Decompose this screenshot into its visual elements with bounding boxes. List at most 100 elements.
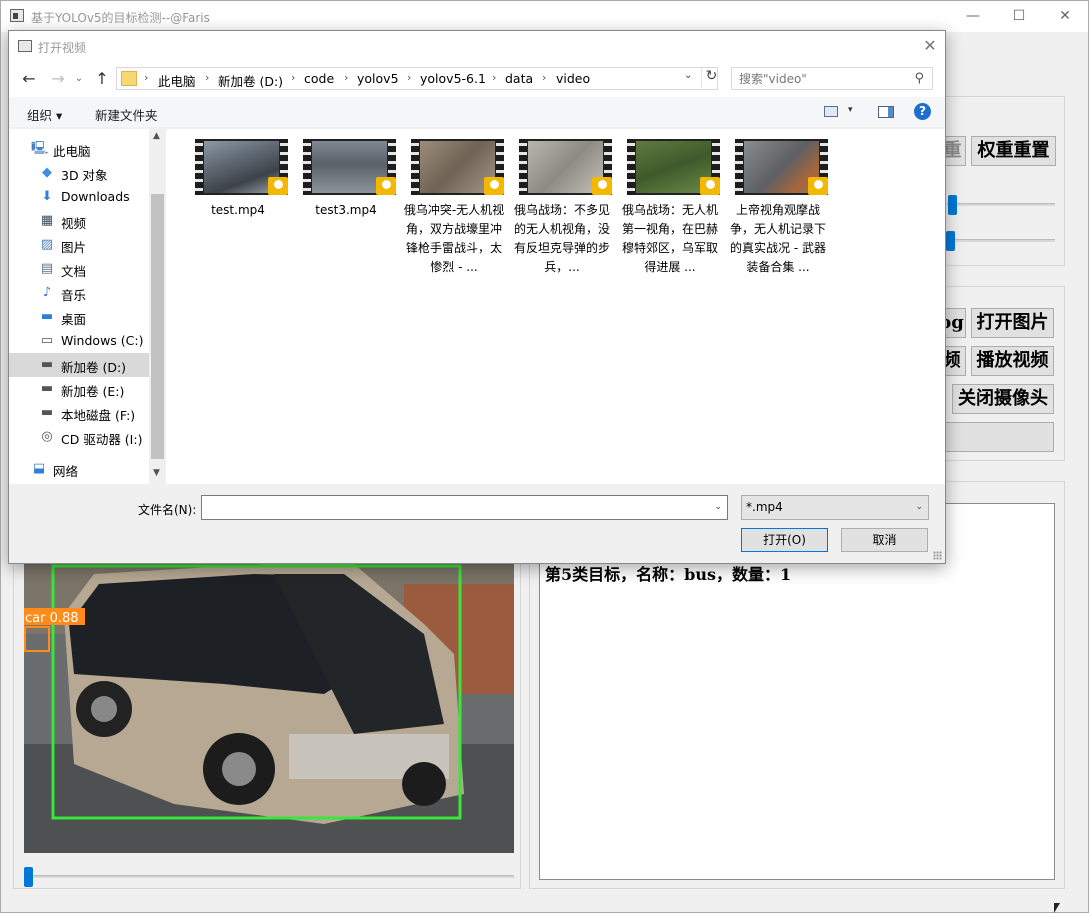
dialog-titlebar: 打开视频 ✕ xyxy=(9,31,945,61)
dialog-footer: 文件名(N): ⌄ *.mp4 ⌄ 打开(O) 取消 xyxy=(9,484,945,563)
file-item[interactable]: test.mp4 xyxy=(186,139,290,274)
scrollbar-thumb[interactable] xyxy=(151,194,164,459)
scroll-down-arrow-icon[interactable]: ▼ xyxy=(153,468,160,478)
nav-item-label: Downloads xyxy=(61,189,130,204)
recent-locations-chevron-icon[interactable]: ⌄ xyxy=(73,69,85,89)
file-item[interactable]: 上帝视角观摩战争，无人机记录下的真实战况 - 武器装备合集 ... xyxy=(726,139,830,274)
open-image-button[interactable]: 打开图片 xyxy=(971,308,1054,338)
filter-dropdown-chevron-icon[interactable]: ⌄ xyxy=(915,502,923,512)
up-arrow-icon[interactable]: ↑ xyxy=(93,69,111,89)
breadcrumb-yolov5-6-1[interactable]: yolov5-6.1 xyxy=(420,71,486,86)
file-item[interactable]: 俄乌战场：不多见的无人机视角，没有反坦克导弹的步兵，... xyxy=(510,139,614,274)
nav-item[interactable]: ▬ 新加卷 (D:) xyxy=(9,353,149,377)
confidence-slider-handle[interactable] xyxy=(948,195,957,215)
cancel-button[interactable]: 取消 xyxy=(841,528,928,552)
close-button[interactable]: ✕ xyxy=(1042,1,1088,32)
nav-item[interactable]: ⬇ Downloads xyxy=(9,185,149,209)
nav-item[interactable]: ◎ CD 驱动器 (I:) xyxy=(9,425,149,449)
filename-combo[interactable]: ⌄ xyxy=(201,495,728,520)
resize-grip-icon[interactable] xyxy=(933,551,942,560)
filename-dropdown-chevron-icon[interactable]: ⌄ xyxy=(714,502,722,512)
breadcrumb-code[interactable]: code xyxy=(304,71,334,86)
main-titlebar: 基于YOLOv5的目标检测--@Faris — ☐ ✕ xyxy=(1,1,1088,32)
file-type-filter-select[interactable]: *.mp4 ⌄ xyxy=(741,495,929,520)
navigation-scrollbar[interactable]: ▲ ▼ xyxy=(149,129,166,484)
breadcrumb-separator: › xyxy=(492,71,497,84)
drive-icon: ▬ xyxy=(40,381,54,396)
nav-item[interactable]: ▬ 桌面 xyxy=(9,305,149,329)
nav-item[interactable]: ▭ Windows (C:) xyxy=(9,329,149,353)
player-app-icon xyxy=(268,177,288,195)
breadcrumb-video[interactable]: video xyxy=(556,71,590,86)
organize-button[interactable]: 组织 ▾ xyxy=(27,105,62,124)
forward-arrow-icon[interactable]: → xyxy=(49,69,67,89)
video-progress-track[interactable] xyxy=(24,875,514,878)
breadcrumb-yolov5[interactable]: yolov5 xyxy=(357,71,399,86)
mouse-cursor-icon xyxy=(1054,903,1060,913)
drive-icon: ▬ xyxy=(40,405,54,420)
cd-drive-icon: ◎ xyxy=(41,429,53,444)
close-camera-button[interactable]: 关闭摄像头 xyxy=(952,384,1054,414)
back-arrow-icon[interactable]: ← xyxy=(20,69,38,89)
nav-item[interactable]: ▬ 新加卷 (E:) xyxy=(9,377,149,401)
app-window-icon xyxy=(10,9,24,22)
new-folder-button[interactable]: 新建文件夹 xyxy=(95,105,158,124)
iou-slider-handle[interactable] xyxy=(946,231,955,251)
search-box[interactable]: ⚲ xyxy=(731,67,933,90)
nav-item[interactable]: ⬓ 网络 xyxy=(9,457,149,481)
nav-item-label: 本地磁盘 (F:) xyxy=(61,408,136,423)
minimize-button[interactable]: — xyxy=(950,1,996,32)
nav-item[interactable]: ▦ 视频 xyxy=(9,209,149,233)
play-video-button[interactable]: 播放视频 xyxy=(971,346,1054,376)
nav-item[interactable]: ▤ 文档 xyxy=(9,257,149,281)
address-dropdown-chevron-icon[interactable]: ⌄ xyxy=(684,70,692,81)
open-button[interactable]: 打开(O) xyxy=(741,528,828,552)
dialog-title: 打开视频 xyxy=(38,41,87,55)
weight-reset-button[interactable]: 权重重置 xyxy=(971,136,1056,166)
search-input[interactable] xyxy=(739,71,909,86)
change-view-icon[interactable] xyxy=(824,106,838,117)
nav-item[interactable]: 🖳 此电脑 xyxy=(9,137,149,161)
video-progress-handle[interactable] xyxy=(24,867,33,887)
file-name: 俄乌冲突-无人机视角，双方战壕里冲锋枪手雷战斗，太惨烈 - ... xyxy=(403,203,505,274)
detection-image-drawing: car 0.88 xyxy=(24,564,514,853)
filename-label: 文件名(N): xyxy=(138,503,197,517)
nav-item-label: 新加卷 (D:) xyxy=(61,360,127,375)
nav-item-label: Windows (C:) xyxy=(61,333,144,348)
nav-item[interactable]: ▬ 本地磁盘 (F:) xyxy=(9,401,149,425)
nav-item-label: 此电脑 xyxy=(53,144,91,159)
file-item[interactable]: 俄乌冲突-无人机视角，双方战壕里冲锋枪手雷战斗，太惨烈 - ... xyxy=(402,139,506,274)
file-item[interactable]: 俄乌战场：无人机第一视角，在巴赫穆特郊区，乌军取得进展 ... xyxy=(618,139,722,274)
file-list-pane: test.mp4 test3.mp4 俄乌冲突-无人机视角，双方战壕里冲锋枪手雷战斗… xyxy=(166,129,945,484)
nav-item-label: 音乐 xyxy=(61,288,87,303)
nav-item[interactable]: ▨ 图片 xyxy=(9,233,149,257)
dialog-close-button[interactable]: ✕ xyxy=(915,31,945,61)
nav-item[interactable]: ◆ 3D 对象 xyxy=(9,161,149,185)
iou-slider-track[interactable] xyxy=(947,239,1055,242)
breadcrumb-separator: › xyxy=(344,71,349,84)
file-name: 俄乌战场：无人机第一视角，在巴赫穆特郊区，乌军取得进展 ... xyxy=(621,203,718,274)
preview-pane-icon[interactable] xyxy=(878,106,894,118)
maximize-button[interactable]: ☐ xyxy=(996,1,1042,32)
player-app-icon xyxy=(592,177,612,195)
main-window-title: 基于YOLOv5的目标检测--@Faris xyxy=(31,11,210,25)
nav-item-label: 文档 xyxy=(61,264,87,279)
search-icon[interactable]: ⚲ xyxy=(914,71,924,86)
detection-image: car 0.88 xyxy=(24,564,514,853)
blank-action-button[interactable] xyxy=(937,422,1054,452)
navigation-bar: ← → ⌄ ↑ › 此电脑 › 新加卷 (D:) › code › yolov5… xyxy=(9,61,945,97)
filename-input[interactable] xyxy=(205,499,700,516)
help-icon[interactable]: ? xyxy=(914,103,931,120)
breadcrumb-drive-d[interactable]: 新加卷 (D:) xyxy=(218,71,283,90)
breadcrumb-separator: › xyxy=(291,71,296,84)
refresh-icon[interactable]: ↻ xyxy=(701,68,721,87)
nav-item[interactable]: ♪ 音乐 xyxy=(9,281,149,305)
view-options-chevron-icon[interactable]: ▾ xyxy=(848,105,853,115)
folder-icon xyxy=(121,71,137,86)
confidence-slider-track[interactable] xyxy=(947,203,1055,206)
breadcrumb-data[interactable]: data xyxy=(505,71,533,86)
file-item[interactable]: test3.mp4 xyxy=(294,139,398,274)
scroll-up-arrow-icon[interactable]: ▲ xyxy=(153,131,160,141)
address-bar[interactable]: › 此电脑 › 新加卷 (D:) › code › yolov5 › yolov… xyxy=(116,67,718,90)
breadcrumb-this-pc[interactable]: 此电脑 xyxy=(158,71,196,90)
